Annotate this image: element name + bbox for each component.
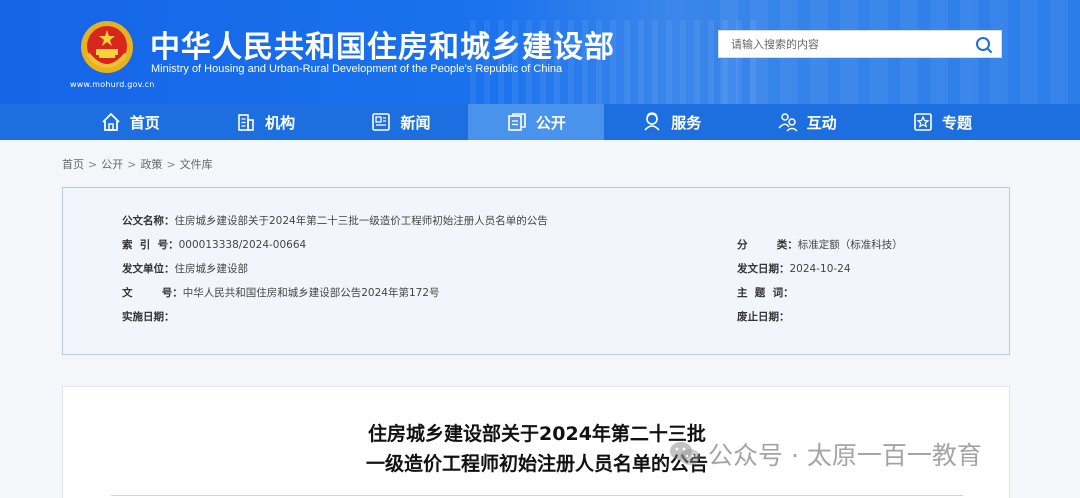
nav-item-label: 机构 — [265, 113, 296, 132]
nav-item-label: 互动 — [806, 113, 837, 132]
info-effective-row: 实施日期： — [122, 309, 175, 324]
info-value: 住房城乡建设部 — [174, 263, 249, 275]
site-subtitle: Ministry of Housing and Urban-Rural Deve… — [151, 63, 563, 75]
info-issuer-row: 发文单位：住房城乡建设部 — [122, 261, 248, 276]
info-value: 000013338/2024-00664 — [178, 239, 307, 251]
home-icon — [102, 112, 120, 131]
document-info-panel: 公文名称：住房城乡建设部关于2024年第二十三批一级造价工程师初始注册人员名单的… — [62, 187, 1010, 355]
article-title-line1: 住房城乡建设部关于2024年第二十三批 — [368, 423, 706, 445]
info-subject-row: 主 题 词： — [737, 285, 794, 300]
breadcrumb-file-library[interactable]: 文件库 — [180, 158, 213, 171]
info-label: 分 类： — [737, 239, 798, 251]
info-repeal-row: 废止日期： — [737, 309, 790, 324]
nav-item-label: 专题 — [942, 113, 973, 132]
nav-item-disclosure[interactable]: 公开 — [468, 104, 604, 140]
site-header: www.mohurd.gov.cn 中华人民共和国住房和城乡建设部 Minist… — [0, 0, 1080, 104]
breadcrumb-home[interactable]: 首页 — [62, 158, 84, 171]
nav-item-service[interactable]: 服务 — [604, 104, 739, 140]
info-label: 废止日期： — [737, 311, 790, 323]
article-divider — [111, 495, 963, 496]
search-icon[interactable] — [973, 34, 995, 56]
info-label: 索 引 号： — [122, 239, 179, 251]
article-title-line2: 一级造价工程师初始注册人员名单的公告 — [365, 453, 708, 475]
search-box — [718, 30, 1002, 58]
wechat-icon — [670, 442, 700, 465]
info-value: 住房城乡建设部关于2024年第二十三批一级造价工程师初始注册人员名单的公告 — [174, 215, 548, 227]
info-label: 实施日期： — [122, 311, 175, 323]
watermark-text: 公众号 · 太原一百一教育 — [708, 441, 982, 470]
info-index-row: 索 引 号：000013338/2024-00664 — [122, 237, 306, 252]
national-emblem-icon[interactable] — [80, 20, 134, 74]
nav-item-label: 首页 — [129, 113, 160, 132]
nav-item-label: 服务 — [671, 113, 702, 132]
nav-item-home[interactable]: 首页 — [62, 104, 197, 140]
building-icon — [238, 114, 254, 131]
breadcrumb-disclosure[interactable]: 公开 — [101, 158, 123, 171]
info-label: 公文名称： — [122, 215, 175, 227]
breadcrumb-policy[interactable]: 政策 — [140, 158, 162, 171]
info-label: 发文单位： — [122, 263, 175, 275]
breadcrumb-separator: > — [127, 158, 137, 171]
nav-item-label: 公开 — [535, 113, 566, 132]
site-url: www.mohurd.gov.cn — [70, 80, 155, 89]
info-label: 发文日期： — [737, 263, 790, 275]
info-label: 主 题 词： — [737, 287, 794, 299]
nav-item-institutions[interactable]: 机构 — [197, 104, 332, 140]
breadcrumb-separator: > — [88, 158, 98, 171]
info-date-row: 发文日期：2024-10-24 — [737, 261, 851, 276]
site-title[interactable]: 中华人民共和国住房和城乡建设部 — [150, 22, 615, 66]
breadcrumb: 首页 > 公开 > 政策 > 文件库 — [62, 156, 213, 172]
nav-item-news[interactable]: 新闻 — [333, 104, 468, 140]
main-nav: 首页 机构 新闻 公开 服务 互动 专题 — [0, 104, 1080, 140]
info-docno-row: 文 号：中华人民共和国住房和城乡建设部公告2024年第172号 — [122, 285, 440, 300]
search-input[interactable] — [719, 31, 967, 57]
disclosure-icon — [508, 113, 526, 131]
news-icon — [372, 113, 391, 131]
info-value: 2024-10-24 — [789, 263, 851, 275]
info-category-row: 分 类：标准定额（标准科技） — [737, 237, 903, 252]
nav-item-topics[interactable]: 专题 — [874, 104, 1009, 140]
topic-icon — [914, 113, 932, 131]
info-title-row: 公文名称：住房城乡建设部关于2024年第二十三批一级造价工程师初始注册人员名单的… — [122, 213, 548, 228]
info-value: 标准定额（标准科技） — [797, 239, 903, 251]
info-value: 中华人民共和国住房和城乡建设部公告2024年第172号 — [182, 287, 440, 299]
nav-item-label: 新闻 — [400, 113, 431, 132]
service-icon — [644, 112, 660, 131]
info-label: 文 号： — [122, 287, 183, 299]
nav-item-interaction[interactable]: 互动 — [739, 104, 874, 140]
interaction-icon — [778, 113, 798, 132]
breadcrumb-separator: > — [166, 158, 176, 171]
watermark: 公众号 · 太原一百一教育 — [668, 436, 982, 472]
